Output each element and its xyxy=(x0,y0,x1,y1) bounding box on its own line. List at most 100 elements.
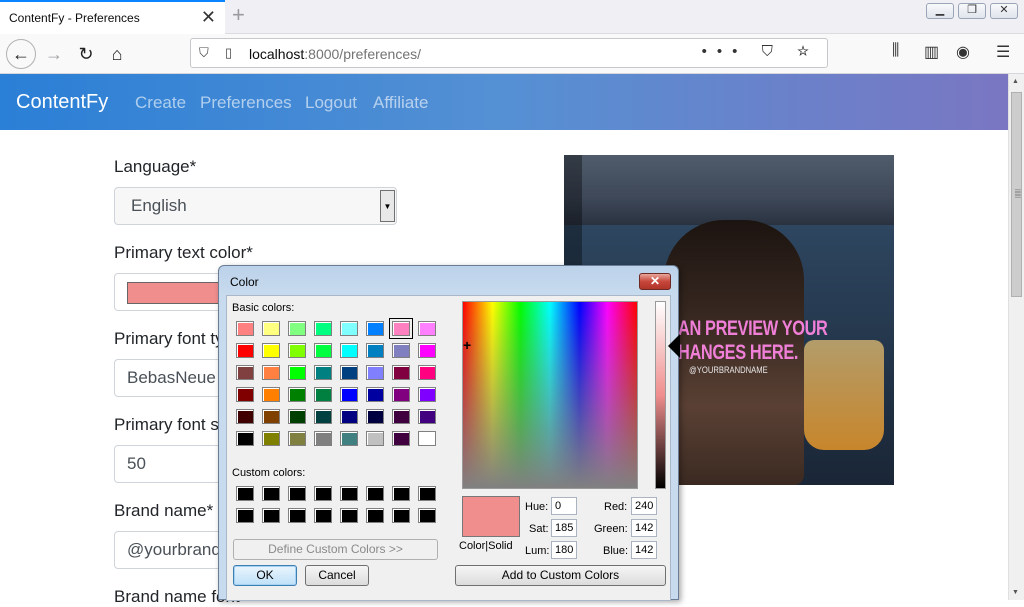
basic-color-swatch[interactable] xyxy=(262,365,280,380)
basic-color-swatch[interactable] xyxy=(418,321,436,336)
basic-color-swatch[interactable] xyxy=(262,343,280,358)
red-input[interactable]: 240 xyxy=(631,497,657,515)
address-bar[interactable]: ⛉ ▯ localhost:8000/preferences/ ••• ⛉ ☆ xyxy=(190,38,828,68)
tracking-shield-icon[interactable]: ⛉ xyxy=(199,45,209,61)
basic-color-swatch[interactable] xyxy=(366,409,384,424)
custom-color-swatch[interactable] xyxy=(288,508,306,523)
basic-color-swatch[interactable] xyxy=(262,409,280,424)
basic-color-swatch[interactable] xyxy=(288,431,306,446)
custom-color-swatch[interactable] xyxy=(392,486,410,501)
new-tab-icon[interactable]: + xyxy=(232,4,245,26)
basic-color-swatch[interactable] xyxy=(340,431,358,446)
basic-color-swatch[interactable] xyxy=(288,387,306,402)
basic-color-swatch[interactable] xyxy=(418,409,436,424)
dialog-close-button[interactable]: ✕ xyxy=(639,273,671,290)
basic-color-swatch[interactable] xyxy=(366,321,384,336)
window-restore-button[interactable]: ❐ xyxy=(958,3,986,19)
custom-color-swatch[interactable] xyxy=(314,508,332,523)
basic-color-swatch[interactable] xyxy=(236,409,254,424)
basic-color-swatch[interactable] xyxy=(314,343,332,358)
basic-color-swatch[interactable] xyxy=(262,431,280,446)
basic-color-swatch[interactable] xyxy=(288,409,306,424)
nav-create[interactable]: Create xyxy=(135,93,186,113)
basic-color-swatch[interactable] xyxy=(366,365,384,380)
basic-color-swatch[interactable] xyxy=(418,387,436,402)
chevron-down-icon[interactable]: ▼ xyxy=(380,190,395,222)
custom-color-swatch[interactable] xyxy=(236,508,254,523)
basic-color-swatch[interactable] xyxy=(340,321,358,336)
custom-color-swatch[interactable] xyxy=(236,486,254,501)
basic-color-swatch[interactable] xyxy=(288,343,306,358)
custom-color-swatch[interactable] xyxy=(262,508,280,523)
custom-color-swatch[interactable] xyxy=(366,508,384,523)
browser-tab[interactable]: ContentFy - Preferences ✕ xyxy=(0,0,225,34)
custom-color-swatch[interactable] xyxy=(366,486,384,501)
page-info-icon[interactable]: ▯ xyxy=(225,45,232,61)
scroll-down-icon[interactable]: ▼ xyxy=(1012,589,1019,596)
basic-color-swatch[interactable] xyxy=(366,431,384,446)
sidebar-icon[interactable]: ▥ xyxy=(924,42,939,62)
window-close-button[interactable]: ✕ xyxy=(990,3,1018,19)
ok-button[interactable]: OK xyxy=(233,565,297,586)
custom-color-swatch[interactable] xyxy=(340,508,358,523)
basic-color-swatch[interactable] xyxy=(418,431,436,446)
luminosity-arrow-icon[interactable] xyxy=(668,334,680,358)
basic-color-swatch[interactable] xyxy=(288,321,306,336)
basic-color-swatch[interactable] xyxy=(392,343,410,358)
custom-color-swatch[interactable] xyxy=(288,486,306,501)
custom-color-swatch[interactable] xyxy=(262,486,280,501)
custom-color-swatch[interactable] xyxy=(392,508,410,523)
forward-arrow-icon[interactable]: → xyxy=(42,42,66,66)
basic-color-swatch[interactable] xyxy=(340,365,358,380)
basic-color-swatch[interactable] xyxy=(392,431,410,446)
page-actions-icons[interactable]: ••• ⛉ ☆ xyxy=(702,43,819,60)
basic-color-swatch[interactable] xyxy=(340,387,358,402)
basic-color-swatch[interactable] xyxy=(418,365,436,380)
blue-input[interactable]: 142 xyxy=(631,541,657,559)
nav-preferences[interactable]: Preferences xyxy=(200,93,292,113)
language-select[interactable]: English ▼ xyxy=(114,187,397,225)
home-icon[interactable]: ⌂ xyxy=(105,42,129,66)
basic-color-swatch[interactable] xyxy=(236,343,254,358)
cancel-button[interactable]: Cancel xyxy=(305,565,369,586)
hue-input[interactable]: 0 xyxy=(551,497,577,515)
scroll-up-icon[interactable]: ▲ xyxy=(1012,78,1019,85)
basic-color-swatch[interactable] xyxy=(314,409,332,424)
lum-input[interactable]: 180 xyxy=(551,541,577,559)
basic-color-swatch[interactable] xyxy=(262,321,280,336)
sat-input[interactable]: 185 xyxy=(551,519,577,537)
basic-color-swatch[interactable] xyxy=(314,365,332,380)
basic-color-swatch[interactable] xyxy=(236,365,254,380)
basic-color-swatch[interactable] xyxy=(389,318,413,339)
green-input[interactable]: 142 xyxy=(631,519,657,537)
basic-color-swatch[interactable] xyxy=(366,387,384,402)
add-to-custom-colors-button[interactable]: Add to Custom Colors xyxy=(455,565,666,586)
custom-color-swatch[interactable] xyxy=(314,486,332,501)
basic-color-swatch[interactable] xyxy=(288,365,306,380)
nav-affiliate[interactable]: Affiliate xyxy=(373,93,428,113)
basic-color-swatch[interactable] xyxy=(392,365,410,380)
basic-color-swatch[interactable] xyxy=(418,343,436,358)
library-icon[interactable]: ⫼ xyxy=(892,42,899,60)
account-icon[interactable]: ◉ xyxy=(956,42,970,62)
custom-color-swatch[interactable] xyxy=(340,486,358,501)
basic-color-swatch[interactable] xyxy=(314,431,332,446)
page-scrollbar[interactable]: ▲ ═ ═ ═ ▼ xyxy=(1008,74,1024,600)
back-arrow-icon[interactable]: ← xyxy=(6,39,36,69)
scrollbar-thumb[interactable]: ═ ═ ═ xyxy=(1011,92,1022,297)
basic-color-swatch[interactable] xyxy=(314,387,332,402)
basic-color-swatch[interactable] xyxy=(392,387,410,402)
menu-icon[interactable]: ☰ xyxy=(996,42,1010,62)
brand-logo[interactable]: ContentFy xyxy=(16,91,108,114)
basic-color-swatch[interactable] xyxy=(236,387,254,402)
basic-color-swatch[interactable] xyxy=(340,343,358,358)
basic-color-swatch[interactable] xyxy=(262,387,280,402)
nav-logout[interactable]: Logout xyxy=(305,93,357,113)
custom-color-swatch[interactable] xyxy=(418,508,436,523)
basic-color-swatch[interactable] xyxy=(392,409,410,424)
reload-icon[interactable]: ↻ xyxy=(74,42,98,66)
custom-color-swatch[interactable] xyxy=(418,486,436,501)
luminosity-slider[interactable] xyxy=(655,301,666,489)
basic-color-swatch[interactable] xyxy=(236,431,254,446)
basic-color-swatch[interactable] xyxy=(236,321,254,336)
